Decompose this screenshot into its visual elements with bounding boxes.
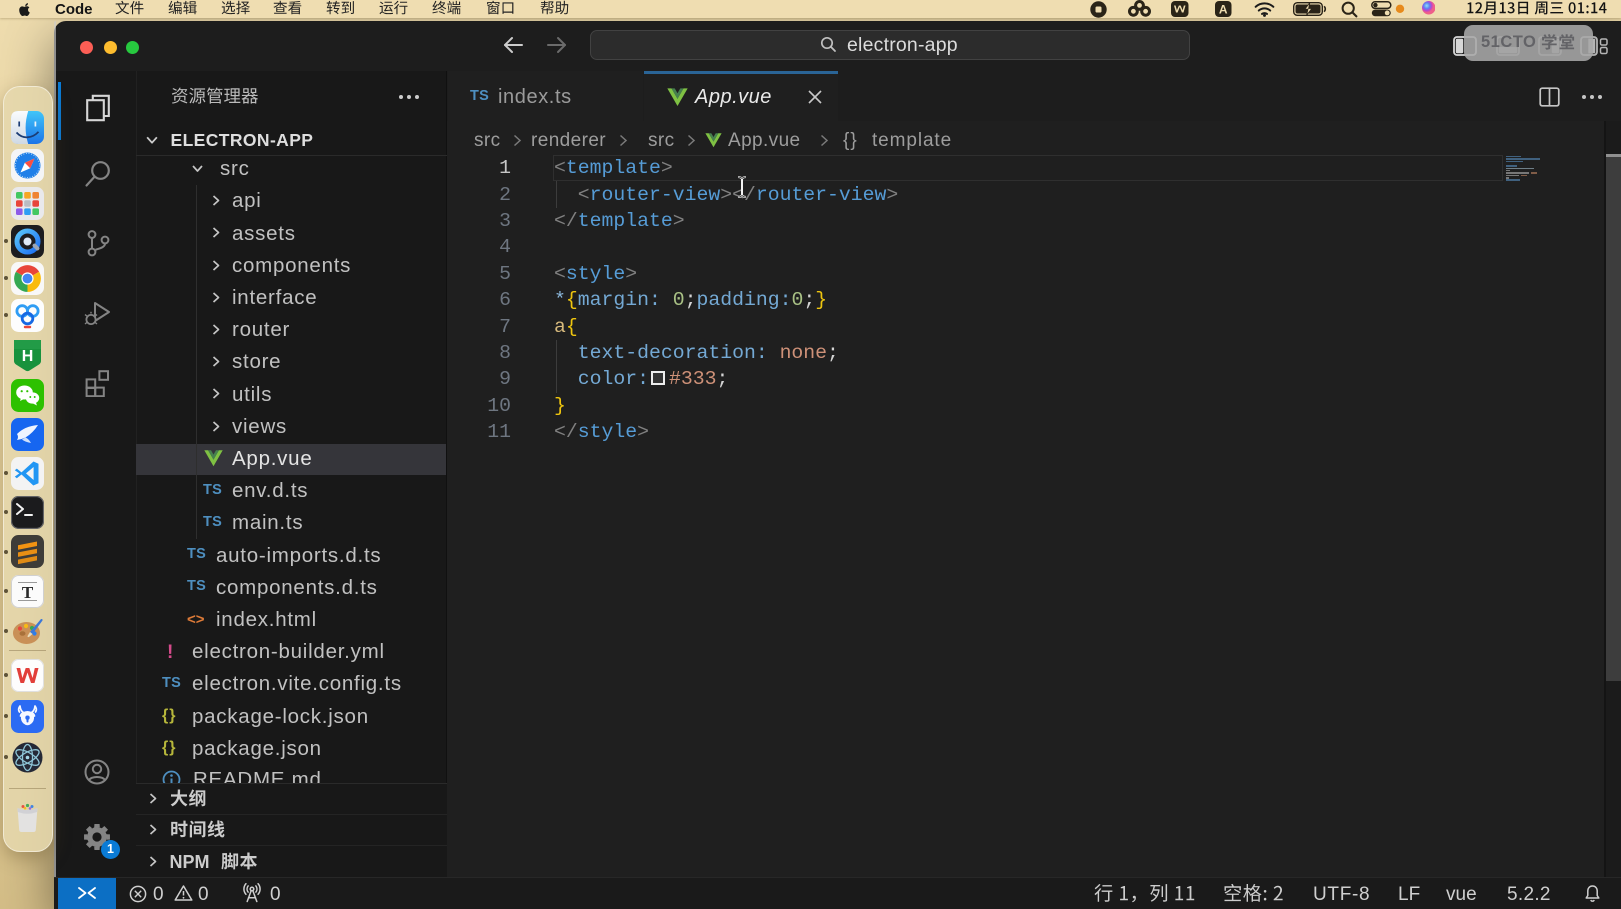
svg-text:H: H [22,348,34,365]
svg-text:T: T [22,583,34,602]
svg-text:A: A [1219,2,1228,16]
